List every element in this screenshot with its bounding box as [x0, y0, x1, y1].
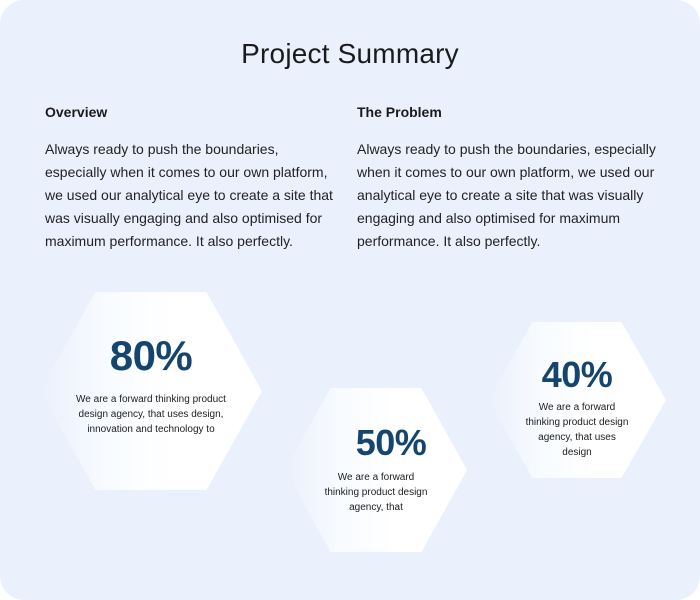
- stat-value: 50%: [355, 422, 427, 463]
- stat-description: We are a forward thinking product design…: [76, 394, 226, 435]
- stat-description: We are a forward thinking product design…: [525, 402, 629, 458]
- stat-hexagon-50: 50% We are a forward thinking product de…: [285, 388, 467, 552]
- page-title: Project Summary: [241, 38, 459, 69]
- problem-text: Always ready to push the boundaries, esp…: [357, 141, 656, 249]
- stat-description: We are a forward thinking product design…: [324, 472, 428, 513]
- stat-value: 40%: [541, 354, 613, 395]
- overview-section: Overview Always ready to push the bounda…: [45, 104, 335, 253]
- problem-section: The Problem Always ready to push the bou…: [357, 104, 657, 253]
- problem-heading: The Problem: [357, 104, 442, 120]
- project-summary-card: Project Summary Overview Always ready to…: [0, 0, 700, 600]
- overview-text: Always ready to push the boundaries, esp…: [45, 141, 333, 249]
- stat-hexagon-40: 40% We are a forward thinking product de…: [488, 322, 666, 478]
- stat-value: 80%: [109, 332, 193, 379]
- overview-heading: Overview: [45, 104, 108, 120]
- stat-hexagon-80: 80% We are a forward thinking product de…: [40, 292, 262, 490]
